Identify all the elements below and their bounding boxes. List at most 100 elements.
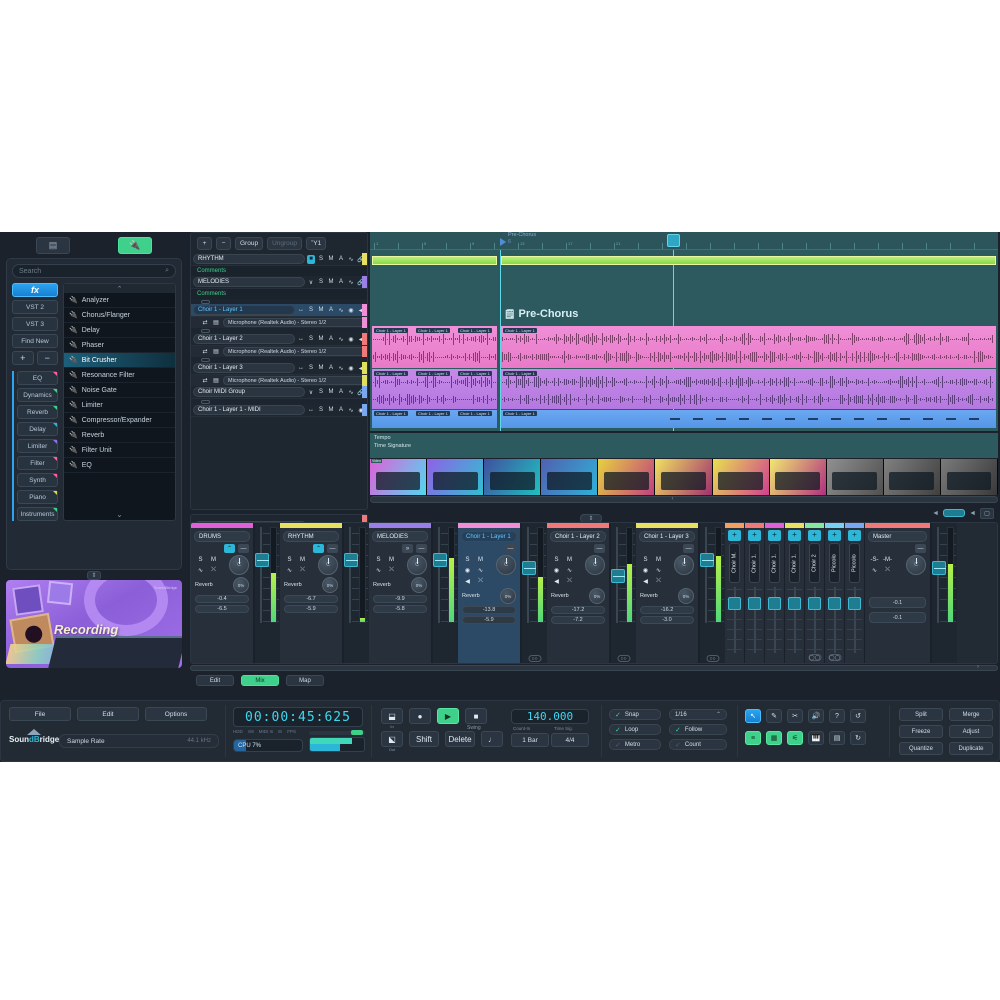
strip-fader[interactable] <box>768 597 781 610</box>
track-row[interactable]: Choir 1 - Layer 1 - MIDI ↔ S M A ∿ ◉ <box>191 404 367 417</box>
plus-icon[interactable]: + <box>788 530 801 541</box>
insert-empty-slot[interactable]: — <box>416 544 427 553</box>
shuffle-icon[interactable]: ⤬ <box>564 577 575 586</box>
track-mute-button[interactable]: M <box>317 364 325 373</box>
video-frame[interactable] <box>769 459 827 495</box>
master-mute-button[interactable]: -M- <box>882 555 893 564</box>
clip-green-2[interactable] <box>501 256 996 265</box>
edit-freeze-button[interactable]: Freeze <box>899 725 943 738</box>
stereo-link-button[interactable]: ○○ <box>617 655 630 662</box>
track-automation-button[interactable]: A <box>327 364 335 373</box>
mixer-channel[interactable]: DRUMS ⌃ — S M ∿ ⤬ C Reverb 0% -0.4 -6.5 <box>191 523 254 663</box>
shuffle-icon[interactable]: ⤬ <box>386 566 397 575</box>
shuffle-icon[interactable]: ⤬ <box>475 577 486 586</box>
channel-solo-button[interactable]: S <box>640 555 651 564</box>
volume-fader[interactable] <box>255 553 269 567</box>
tag-category-reverb[interactable]: Reverb <box>17 405 58 419</box>
track-solo-button[interactable]: S <box>307 306 315 315</box>
channel-name[interactable]: Choir 1 - Layer 3 <box>639 531 695 542</box>
secondary-gain-value[interactable]: -5.8 <box>373 605 427 613</box>
shuffle-icon[interactable]: ⤬ <box>653 577 664 586</box>
wave-icon[interactable]: ∿ <box>653 566 664 575</box>
volume-fader[interactable] <box>611 569 625 583</box>
automation-view-button[interactable]: ⚟ <box>787 731 803 745</box>
cyan-square-icon[interactable]: ■ <box>307 254 315 264</box>
swing-button[interactable]: ♩ <box>481 731 503 747</box>
punch-out-button[interactable]: ⬕ <box>381 731 403 747</box>
track-automation-button[interactable]: A <box>327 335 335 344</box>
video-frame[interactable] <box>940 459 998 495</box>
strip-fader[interactable] <box>748 597 761 610</box>
monitor-icon[interactable]: ◀ <box>462 577 473 586</box>
toggle-snap[interactable]: ✓ Snap <box>609 709 661 720</box>
track-row[interactable]: RHYTHM ■ S M A ∿ 🔗 <box>191 253 367 266</box>
tag-category-synth[interactable]: Synth <box>17 473 58 487</box>
wave-icon[interactable]: ∿ <box>347 278 355 287</box>
mixer-view-button[interactable]: ▦ <box>766 731 782 745</box>
tag-category-instruments[interactable]: Instruments <box>17 507 58 521</box>
wave-icon[interactable]: ∿ <box>337 335 345 344</box>
strip-fader[interactable] <box>828 597 841 610</box>
record-icon[interactable]: ◉ <box>462 566 473 575</box>
instrument-strip[interactable]: + Choir 1. <box>765 523 785 663</box>
gain-value[interactable]: -6.7 <box>284 595 338 603</box>
wave-icon[interactable]: ∿ <box>195 566 206 575</box>
toggle-metro[interactable]: ✓ Metro <box>609 739 661 750</box>
video-frame[interactable]: Video <box>370 459 428 495</box>
punch-in-button[interactable]: ⬓ <box>381 708 403 724</box>
master-solo-button[interactable]: -S- <box>869 555 880 564</box>
mixer-channel[interactable]: Choir 1 - Layer 1 — S M ◉ ∿ ◀ ⤬ C Reverb 0% -13.8 -5… <box>458 523 521 663</box>
tag-category-delay[interactable]: Delay <box>17 422 58 436</box>
input-list-icon[interactable]: ▤ <box>212 347 220 356</box>
mixer-hscrollbar[interactable]: › <box>190 664 998 673</box>
track-comments[interactable]: Comments <box>191 289 367 299</box>
channel-solo-button[interactable]: S <box>462 555 473 564</box>
instrument-strip[interactable]: + Piccolo <box>845 523 865 663</box>
plugin-item[interactable]: 🔌 Filter Unit <box>64 443 175 458</box>
wave-icon[interactable]: ∿ <box>337 306 345 315</box>
stop-button[interactable]: ■ <box>465 708 487 724</box>
tempo-display[interactable]: 140.000 <box>511 709 589 724</box>
track-automation-button[interactable]: A <box>337 406 345 415</box>
io-routing-icon[interactable]: ⇄ <box>201 318 209 327</box>
play-button[interactable]: ▶ <box>437 708 459 724</box>
grid-value-dropdown[interactable]: 1/16 ⌃ <box>669 709 727 720</box>
strip-fader[interactable] <box>728 597 741 610</box>
channel-solo-button[interactable]: S <box>284 555 295 564</box>
edit-split-button[interactable]: Split <box>899 708 943 721</box>
select-tool[interactable]: ↖ <box>745 709 761 723</box>
add-plugin-button[interactable]: + <box>12 351 34 365</box>
pan-knob[interactable]: C <box>674 555 694 575</box>
video-frame[interactable] <box>598 459 656 495</box>
plugin-item[interactable]: 🔌 Resonance Filter <box>64 368 175 383</box>
pan-knob[interactable]: C <box>229 555 249 575</box>
channel-mute-button[interactable]: M <box>297 555 308 564</box>
plugin-item[interactable]: 🔌 Bit Crusher <box>64 353 175 368</box>
channel-mute-button[interactable]: M <box>653 555 664 564</box>
strip-fader[interactable] <box>788 597 801 610</box>
mixer-channel[interactable]: Choir 1 - Layer 2 — S M ◉ ∿ ◀ ⤬ C Reverb 0% -17.2 -7… <box>547 523 610 663</box>
arrange-view[interactable]: Pre-Chorus 6 1 5 9 13 17 21 🗒 Pre-Chorus Choi… <box>370 232 998 431</box>
track-row[interactable]: Choir MIDI Group ∨ S M A ∿ 🔗 <box>191 386 367 399</box>
track-name[interactable]: Choir 1 - Layer 3 <box>193 363 295 373</box>
toggle-count[interactable]: ✓ Count <box>669 739 727 750</box>
track-name[interactable]: Choir 1 - Layer 2 <box>193 334 295 344</box>
track-solo-button[interactable]: S <box>307 335 315 344</box>
track-name[interactable]: RHYTHM <box>193 254 305 264</box>
wave-icon[interactable]: ∿ <box>475 566 486 575</box>
pan-knob[interactable]: C <box>407 555 427 575</box>
video-thumbnail-strip[interactable]: Video <box>370 459 998 495</box>
video-frame[interactable] <box>826 459 884 495</box>
record-icon[interactable]: ◉ <box>347 335 355 344</box>
track-row[interactable]: Choir 1 - Layer 3 ↔ S M A ∿ ◉ ◀ <box>191 362 367 375</box>
channel-name[interactable]: MELODIES <box>372 531 428 542</box>
shuffle-icon[interactable]: ⤬ <box>208 566 219 575</box>
wave-icon[interactable]: ∿ <box>347 388 355 397</box>
delete-button[interactable]: Delete <box>445 731 475 747</box>
instrument-strip[interactable]: + Choir 1. <box>785 523 805 663</box>
track-expand-icon[interactable]: ∨ <box>307 388 315 397</box>
search-input[interactable]: Search ⌕ <box>12 264 176 278</box>
instrument-strip[interactable]: + Piccolo ◯◯ <box>825 523 845 663</box>
track-expand-icon[interactable]: ↔ <box>307 406 315 415</box>
track-mute-button[interactable]: M <box>327 388 335 397</box>
